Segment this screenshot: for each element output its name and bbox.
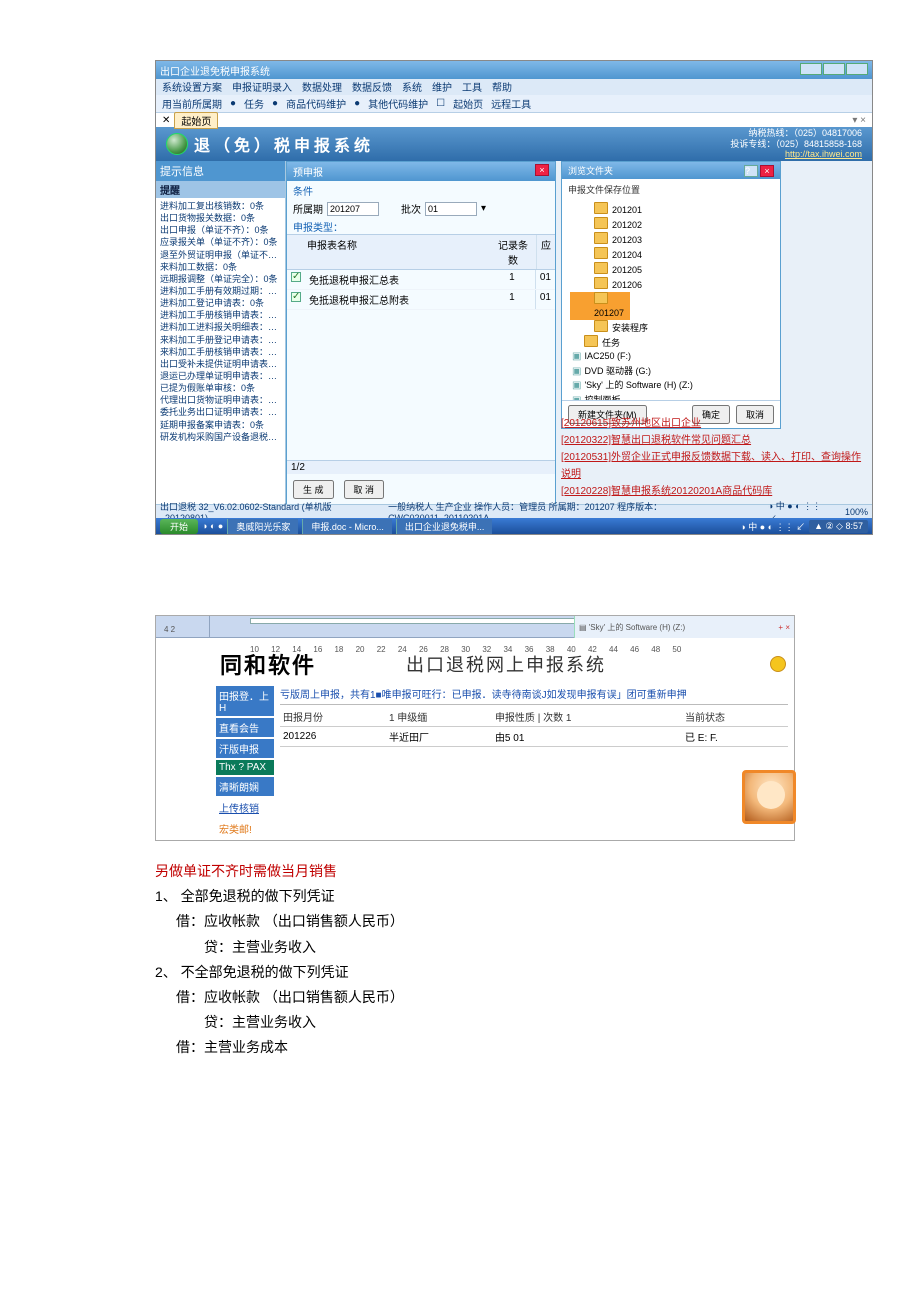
complaint-line-text: 投诉专线：（025）84815858-168 <box>730 139 862 150</box>
statusbar: 出口退税 32_V6.02.0602-Standard (单机版_2012080… <box>156 504 872 518</box>
browse-folder-dialog: 浏览文件夹?× 申报文件保存位置 201201 201202 201203 20… <box>561 161 781 429</box>
folder: 任务 <box>570 335 774 350</box>
ruler-overlay: ▤ 'Sky' 上的 Software (H) (Z:)+ × <box>574 616 794 638</box>
section-label: 申报类型： <box>287 219 555 234</box>
generate-button[interactable]: 生 成 <box>293 480 334 499</box>
dialog-title: 浏览文件夹 <box>568 164 613 177</box>
help-icon[interactable]: ? <box>744 165 758 177</box>
folder-tree[interactable]: 201201 201202 201203 201204 201205 20120… <box>562 200 780 400</box>
tab-closeall[interactable]: ▾ × <box>852 115 866 126</box>
side-item[interactable]: 田报登．上H <box>216 686 274 716</box>
notice-text: 亏版周上申报，共有1■唯申报可旺行：已申报．读寺待南谈J如发现申报有误」团可重新… <box>280 684 788 705</box>
close-icon[interactable]: × <box>760 165 774 177</box>
period-input[interactable] <box>327 202 379 216</box>
folder: 201203 <box>570 232 774 247</box>
taskbar-item[interactable]: 申报.doc - Micro... <box>302 519 392 534</box>
label: 条件 <box>287 181 555 198</box>
menubar[interactable]: 系统设置方案申报证明录入数据处理数据反馈系统维护工具帮助 <box>156 79 872 95</box>
notice-link[interactable]: [20120322]智慧出口退税软件常见问题汇总 <box>561 432 866 449</box>
banner-link[interactable]: http://tax.ihwei.com <box>785 149 862 159</box>
batch-input[interactable] <box>425 202 477 216</box>
folder: 201201 <box>570 202 774 217</box>
browse-label: 申报文件保存位置 <box>562 179 780 200</box>
taskbar-item[interactable]: 出口企业退免税申... <box>396 519 493 534</box>
app-logo: 退（免）税申报系统 <box>166 132 374 156</box>
checkbox-icon[interactable] <box>291 272 301 282</box>
notice-link[interactable]: [20120615]致苏州地区出口企业 <box>561 415 866 432</box>
batch-label: 批次 <box>401 201 421 216</box>
control-panel: 控制面板 <box>570 395 620 400</box>
table-row[interactable]: 201226半近田厂由5 01已 E: F. <box>280 727 788 747</box>
web-declare-screenshot: 4 2 10 12 14 16 18 20 22 24 26 28 30 32 … <box>155 615 795 841</box>
drive: 'Sky' 上的 Software (H) (Z:) <box>570 380 693 390</box>
smiley-icon <box>770 656 786 672</box>
tab-row: ✕ 起始页 ▾ × <box>156 113 872 127</box>
instruction-text: 另做单证不齐时需做当月销售 1、 全部免退税的做下列凭证 借：应收帐款 （出口销… <box>155 859 820 1061</box>
close-icon[interactable]: ✕ <box>162 115 170 126</box>
window-titlebar: 出口企业退免税申报系统 <box>156 61 872 79</box>
window-title: 出口企业退免税申报系统 <box>160 63 270 78</box>
report-grid: 申报表名称记录条数应 免抵退税申报汇总表101 免抵退税申报汇总附表101 1/… <box>287 234 555 474</box>
taskbar-item[interactable]: 奥威阳光乐家 <box>227 519 298 534</box>
hotline-text: 纳税热线：（025）04817006 <box>730 128 862 139</box>
start-button[interactable]: 开始 <box>160 519 198 534</box>
sidebar-header: 提示信息 <box>156 161 285 181</box>
warning-text: 另做单证不齐时需做当月销售 <box>155 859 820 884</box>
folder: 201206 <box>570 277 774 292</box>
side-item[interactable]: 清晰朗娴 <box>216 777 274 796</box>
toolbar[interactable]: 用当前所属期●任务●商品代码维护●其他代码维护☐起始页远程工具 <box>156 95 872 113</box>
drive: DVD 驱动器 (G:) <box>570 366 651 376</box>
side-item[interactable]: 直看会告 <box>216 718 274 737</box>
close-icon[interactable]: × <box>535 164 549 176</box>
tax-app-screenshot: 出口企业退免税申报系统 系统设置方案申报证明录入数据处理数据反馈系统维护工具帮助… <box>155 60 873 535</box>
notice-link[interactable]: [20120531]外贸企业正式申报反馈数据下载、读入、打印、查询操作说明 <box>561 449 866 483</box>
side-link[interactable]: 上传核销 <box>216 798 274 817</box>
cancel-button[interactable]: 取 消 <box>344 480 385 499</box>
dialog-title: 预申报 <box>293 164 323 179</box>
notice-links: [20120615]致苏州地区出口企业 [20120322]智慧出口退税软件常见… <box>561 415 866 500</box>
side-text: 宏类邮! <box>216 819 274 838</box>
taskbar[interactable]: 开始 ◑ ◐ ● 奥威阳光乐家 申报.doc - Micro... 出口企业退免… <box>156 518 872 534</box>
declare-table: 田报月份1 申级缅申报性质 | 次数 1当前状态 201226半近田厂由5 01… <box>280 707 788 807</box>
grid-status: 1/2 <box>287 460 555 474</box>
folder: 201204 <box>570 247 774 262</box>
side-item[interactable]: Thx ? PAX <box>216 760 274 775</box>
ruler: 4 2 10 12 14 16 18 20 22 24 26 28 30 32 … <box>156 616 794 638</box>
sidebar: 提示信息 提醒 进料加工复出核销数：0条出口货物报关数据：0条出口申报（单证不齐… <box>156 161 286 504</box>
chevron-down-icon[interactable]: ▾ <box>481 203 486 214</box>
sidebar-list: 进料加工复出核销数：0条出口货物报关数据：0条出口申报（单证不齐）：0条应录报关… <box>156 198 285 504</box>
notice-link[interactable]: [20120228]智慧申报系统20120201A商品代码库 <box>561 483 866 500</box>
window-buttons[interactable] <box>799 63 868 78</box>
folder-selected: 201207 <box>570 292 630 320</box>
side-nav[interactable]: 田报登．上H 直看会告 汗版申报 Thx ? PAX 清晰朗娴 上传核销 宏类邮… <box>216 684 274 840</box>
side-item[interactable]: 汗版申报 <box>216 739 274 758</box>
avatar-image <box>742 770 796 824</box>
drive: IAC250 (F:) <box>570 351 631 361</box>
folder: 安装程序 <box>570 320 774 335</box>
app-banner: 退（免）税申报系统 纳税热线：（025）04817006 投诉专线：（025）8… <box>156 127 872 161</box>
logo-icon <box>166 133 188 155</box>
pre-declare-dialog: 预申报 × 条件 所属期 批次 ▾ 申报类型： 申报表名称记录条数应 免抵退税申报… <box>286 161 556 506</box>
sidebar-subheader: 提醒 <box>156 181 285 198</box>
folder: 201205 <box>570 262 774 277</box>
tab-home[interactable]: 起始页 <box>174 112 218 129</box>
period-label: 所属期 <box>293 201 323 216</box>
system-tray[interactable]: ◑ 中 ● ◐ ⋮⋮ ↙▲ ② ◇ 8:57 <box>740 520 868 533</box>
footer-text: 版．u二· <box>280 807 788 828</box>
checkbox-icon[interactable] <box>291 292 301 302</box>
folder: 201202 <box>570 217 774 232</box>
